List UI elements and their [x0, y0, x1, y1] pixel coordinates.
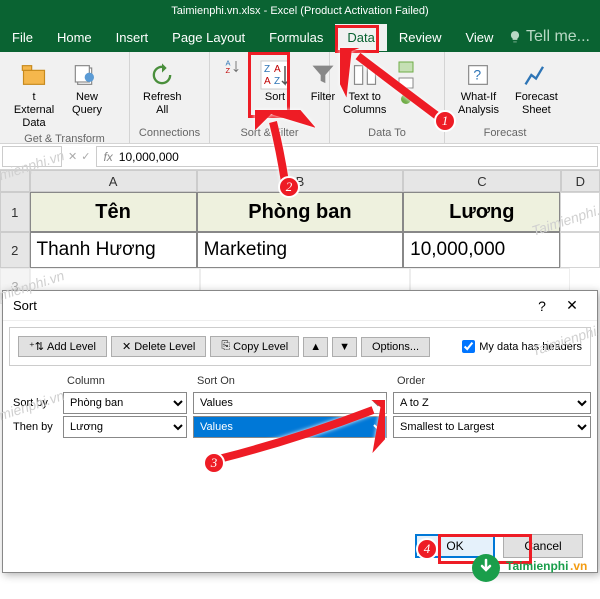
col-sorton-label: Sort On — [193, 372, 393, 390]
select-all-corner[interactable] — [0, 170, 30, 192]
row-header-1[interactable]: 1 — [0, 192, 30, 232]
group-sort-filter-label: Sort & Filter — [218, 127, 321, 141]
thenby-label: Then by — [9, 421, 63, 433]
remove-duplicates-icon[interactable] — [397, 76, 415, 90]
svg-text:Z: Z — [264, 64, 270, 75]
flash-fill-icon[interactable] — [397, 60, 415, 74]
tab-formulas[interactable]: Formulas — [257, 24, 335, 51]
copy-icon: ⎘ — [221, 340, 230, 353]
name-box[interactable] — [2, 146, 62, 167]
move-up-button[interactable]: ▲ — [303, 337, 328, 357]
col-order-label: Order — [393, 372, 591, 390]
svg-text:.vn: .vn — [570, 559, 587, 573]
move-down-button[interactable]: ▼ — [332, 337, 357, 357]
col-header-c[interactable]: C — [403, 170, 560, 192]
tab-data[interactable]: Data — [335, 24, 386, 51]
taimienphi-logo: Taimienphi .vn — [470, 552, 590, 589]
tab-review[interactable]: Review — [387, 24, 454, 51]
tab-pagelayout[interactable]: Page Layout — [160, 24, 257, 51]
get-external-data-button[interactable]: t External Data — [8, 56, 60, 133]
new-query-icon — [71, 59, 103, 91]
tell-me[interactable]: Tell me... — [508, 28, 600, 46]
tab-file[interactable]: File — [0, 24, 45, 51]
forecast-icon — [520, 59, 552, 91]
group-connections-label: Connections — [138, 127, 201, 141]
cancel-formula-icon[interactable]: ✕ — [68, 150, 77, 163]
formula-buttons: ✕ ✓ — [64, 144, 94, 169]
thenby-order-select[interactable]: Smallest to Largest — [393, 416, 591, 438]
sort-dialog: Sort ? ✕ ⁺⇅Add Level ✕Delete Level ⎘Copy… — [2, 290, 598, 573]
svg-text:Z: Z — [226, 66, 231, 75]
external-data-icon — [18, 59, 50, 91]
cell-a1[interactable]: Tên — [30, 192, 197, 232]
text-columns-icon — [349, 59, 381, 91]
svg-text:Taimienphi: Taimienphi — [506, 559, 568, 573]
tab-insert[interactable]: Insert — [104, 24, 161, 51]
sort-az-icon: AZ — [223, 57, 243, 77]
cell-d2[interactable] — [560, 232, 600, 268]
x-icon: ✕ — [122, 340, 131, 353]
col-header-b[interactable]: B — [197, 170, 404, 192]
ribbon-tabs: File Home Insert Page Layout Formulas Da… — [0, 22, 600, 52]
col-header-a[interactable]: A — [30, 170, 197, 192]
formula-input[interactable]: fx 10,000,000 — [96, 146, 598, 167]
whatif-icon: ? — [462, 59, 494, 91]
copy-level-button[interactable]: ⎘Copy Level — [210, 336, 299, 357]
group-forecast-label: Forecast — [453, 127, 557, 141]
refresh-icon — [146, 59, 178, 91]
sortby-order-select[interactable]: A to Z — [393, 392, 591, 414]
cell-c1[interactable]: Lương — [403, 192, 560, 232]
formula-value: 10,000,000 — [119, 150, 179, 164]
fx-label: fx — [103, 150, 112, 164]
cell-a2[interactable]: Thanh Hương — [30, 232, 197, 268]
cell-c2[interactable]: 10,000,000 — [403, 232, 560, 268]
group-data-tools-label: Data To — [338, 127, 436, 141]
bulb-icon — [508, 30, 522, 44]
sort-az-small-button[interactable]: AZ — [218, 56, 248, 107]
refresh-all-button[interactable]: Refresh All — [138, 56, 187, 120]
group-get-transform-label: Get & Transform — [8, 133, 121, 147]
ribbon: t External Data New Query Get & Transfor… — [0, 52, 600, 144]
sortby-label: Sort by — [9, 397, 63, 409]
headers-checkbox[interactable]: My data has headers — [462, 340, 582, 353]
sortby-column-select[interactable]: Phòng ban — [63, 392, 187, 414]
titlebar: Taimienphi.vn.xlsx - Excel (Product Acti… — [0, 0, 600, 22]
plus-icon: ⁺⇅ — [29, 340, 44, 353]
col-column-label: Column — [63, 372, 193, 390]
sort-button[interactable]: ZAAZ Sort — [254, 56, 296, 107]
dialog-help-button[interactable]: ? — [527, 298, 557, 314]
svg-text:A: A — [264, 76, 271, 87]
row-header-2[interactable]: 2 — [0, 232, 30, 268]
forecast-sheet-button[interactable]: Forecast Sheet — [510, 56, 563, 120]
tab-view[interactable]: View — [453, 24, 505, 51]
dialog-title: Sort — [13, 298, 527, 313]
thenby-column-select[interactable]: Lương — [63, 416, 187, 438]
svg-text:Z: Z — [274, 76, 280, 87]
cell-b1[interactable]: Phòng ban — [197, 192, 403, 232]
sortby-sorton-select[interactable]: Values — [193, 392, 387, 414]
title-text: Taimienphi.vn.xlsx - Excel (Product Acti… — [171, 5, 428, 17]
enter-formula-icon[interactable]: ✓ — [81, 150, 90, 163]
new-query-button[interactable]: New Query — [66, 56, 108, 133]
svg-text:?: ? — [474, 67, 482, 83]
formula-bar: ✕ ✓ fx 10,000,000 — [0, 144, 600, 170]
cell-d1[interactable] — [560, 192, 600, 232]
options-button[interactable]: Options... — [361, 337, 430, 357]
sort-icon: ZAAZ — [259, 59, 291, 91]
cell-b2[interactable]: Marketing — [197, 232, 403, 268]
dialog-close-button[interactable]: ✕ — [557, 297, 587, 314]
whatif-button[interactable]: ? What-If Analysis — [453, 56, 504, 120]
add-level-button[interactable]: ⁺⇅Add Level — [18, 336, 107, 357]
spreadsheet-grid[interactable]: A B C D 1 Tên Phòng ban Lương 2 Thanh Hư… — [0, 170, 600, 304]
data-validation-icon[interactable] — [397, 92, 415, 106]
thenby-sorton-select[interactable]: Values — [193, 416, 387, 438]
col-header-d[interactable]: D — [561, 170, 600, 192]
text-to-columns-button[interactable]: Text to Columns — [338, 56, 391, 120]
tab-home[interactable]: Home — [45, 24, 104, 51]
svg-text:A: A — [274, 64, 281, 75]
delete-level-button[interactable]: ✕Delete Level — [111, 336, 206, 357]
